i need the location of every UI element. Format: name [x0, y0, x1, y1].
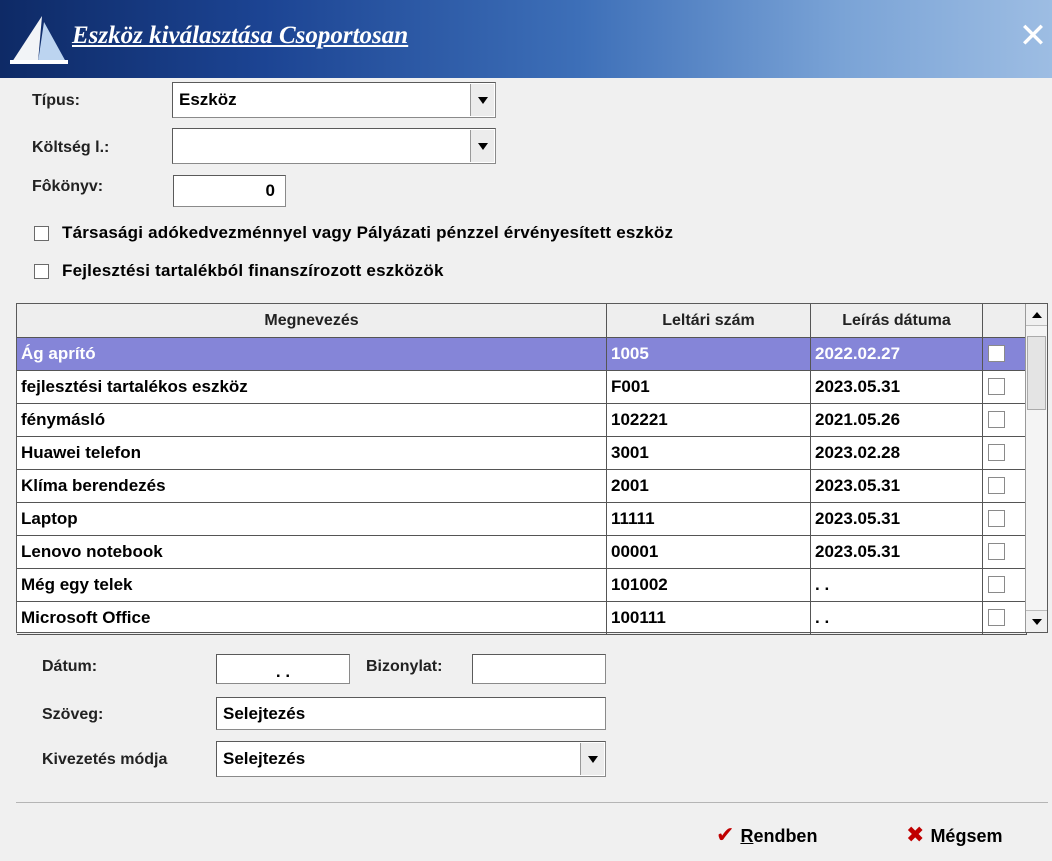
cell-writeoff-date: . . — [811, 602, 983, 635]
row-checkbox[interactable] — [988, 543, 1005, 560]
cell-name: Microsoft Office — [17, 602, 607, 635]
close-icon[interactable]: ✕ — [1016, 16, 1050, 56]
cell-name: fénymásló — [17, 404, 607, 437]
cell-name: fejlesztési tartalékos eszköz — [17, 371, 607, 404]
koltseg-label: Költség l.: — [32, 139, 110, 156]
table-row[interactable]: Még egy telek 101002. . — [17, 569, 1027, 602]
tipus-select[interactable]: Eszköz — [172, 82, 496, 118]
row-checkbox[interactable] — [988, 345, 1005, 362]
cell-writeoff-date: 2023.05.31 — [811, 503, 983, 536]
cell-name: Lenovo notebook — [17, 536, 607, 569]
cell-check — [983, 437, 1027, 470]
cell-writeoff-date: 2023.05.31 — [811, 371, 983, 404]
datum-input[interactable]: . . — [216, 654, 350, 684]
cell-inventory-number: 102221 — [607, 404, 811, 437]
cell-name: Klíma berendezés — [17, 470, 607, 503]
cell-inventory-number: F001 — [607, 371, 811, 404]
title-bar: Eszköz kiválasztása Csoportosan ✕ — [0, 0, 1052, 78]
column-header-writeoff-date[interactable]: Leírás dátuma — [811, 304, 983, 338]
cancel-button-label: Mégsem — [930, 826, 1003, 846]
cancel-x-icon: ✖ — [906, 822, 925, 847]
bizonylat-input[interactable] — [472, 654, 606, 684]
cell-name: Még egy telek — [17, 569, 607, 602]
column-header-inventory-number[interactable]: Leltári szám — [607, 304, 811, 338]
check-icon: ✔ — [716, 822, 735, 847]
window-title: Eszköz kiválasztása Csoportosan — [72, 22, 409, 49]
cell-inventory-number: 1005 — [607, 338, 811, 371]
cell-check — [983, 569, 1027, 602]
cancel-button[interactable]: ✖ Mégsem — [906, 822, 1002, 848]
kivezetes-value: Selejtezés — [223, 749, 306, 768]
cell-inventory-number: 100111 — [607, 602, 811, 635]
tarsasagi-checkbox-label: Társasági adókedvezménnyel vagy Pályázat… — [62, 223, 674, 242]
cell-inventory-number: 00001 — [607, 536, 811, 569]
scroll-up-icon[interactable] — [1026, 304, 1047, 326]
cell-check — [983, 338, 1027, 371]
tipus-value: Eszköz — [179, 90, 237, 109]
table-row[interactable]: Huawei telefon 3001 2023.02.28 — [17, 437, 1027, 470]
cell-name: Huawei telefon — [17, 437, 607, 470]
cell-check — [983, 371, 1027, 404]
datum-label: Dátum: — [42, 658, 98, 675]
fokonyv-label: Fôkönyv: — [32, 178, 104, 195]
ok-button-accelerator: R — [740, 826, 754, 846]
row-checkbox[interactable] — [988, 378, 1005, 395]
table-scrollbar[interactable] — [1025, 304, 1047, 632]
kivezetes-dropdown-button[interactable] — [580, 743, 604, 775]
table-row[interactable]: fejlesztési tartalékos eszköz F001 2023.05… — [17, 371, 1027, 404]
cell-check — [983, 503, 1027, 536]
cell-writeoff-date: 2023.05.31 — [811, 470, 983, 503]
cell-check — [983, 404, 1027, 437]
table-header: Megnevezés Leltári szám Leírás dátuma — [17, 304, 1027, 338]
table-row[interactable]: Lenovo notebook 00001 2023.05.31 — [17, 536, 1027, 569]
ok-button-label: endben — [753, 826, 818, 846]
table-row[interactable]: Ág aprító 1005 2022.02.27 — [17, 338, 1027, 371]
tipus-label: Típus: — [32, 92, 80, 109]
cell-inventory-number: 3001 — [607, 437, 811, 470]
cell-name: Ág aprító — [17, 338, 607, 371]
cell-check — [983, 470, 1027, 503]
table-row[interactable]: fénymásló 102221 2021.05.26 — [17, 404, 1027, 437]
row-checkbox[interactable] — [988, 411, 1005, 428]
koltseg-select[interactable] — [172, 128, 496, 164]
app-logo-icon — [10, 16, 68, 64]
koltseg-dropdown-button[interactable] — [470, 130, 494, 162]
kivezetes-label: Kivezetés módja — [42, 751, 168, 768]
tarsasagi-checkbox[interactable] — [34, 226, 49, 241]
column-header-name[interactable]: Megnevezés — [17, 304, 607, 338]
asset-table[interactable]: Megnevezés Leltári szám Leírás dátuma Ág… — [16, 303, 1048, 635]
cell-check — [983, 536, 1027, 569]
cell-writeoff-date: 2023.05.31 — [811, 536, 983, 569]
scroll-down-icon[interactable] — [1026, 610, 1047, 632]
szoveg-input[interactable]: Selejtezés — [216, 697, 606, 730]
cell-name: Laptop — [17, 503, 607, 536]
cell-writeoff-date: 2021.05.26 — [811, 404, 983, 437]
cell-writeoff-date: 2023.02.28 — [811, 437, 983, 470]
row-checkbox[interactable] — [988, 609, 1005, 626]
cell-inventory-number: 11111 — [607, 503, 811, 536]
cell-writeoff-date: . . — [811, 569, 983, 602]
row-checkbox[interactable] — [988, 477, 1005, 494]
fejlesztesi-checkbox[interactable] — [34, 264, 49, 279]
table-row[interactable]: Microsoft Office 100111. . — [17, 602, 1027, 635]
ok-button[interactable]: ✔ Rendben — [716, 822, 817, 848]
row-checkbox[interactable] — [988, 444, 1005, 461]
scroll-thumb[interactable] — [1027, 336, 1046, 410]
fokonyv-input[interactable]: 0 — [173, 175, 286, 207]
cell-writeoff-date: 2022.02.27 — [811, 338, 983, 371]
szoveg-label: Szöveg: — [42, 706, 104, 723]
table-row[interactable]: Klíma berendezés 2001 2023.05.31 — [17, 470, 1027, 503]
fejlesztesi-checkbox-label: Fejlesztési tartalékból finanszírozott e… — [62, 261, 444, 280]
bizonylat-label: Bizonylat: — [366, 658, 443, 675]
column-header-check[interactable] — [983, 304, 1027, 338]
row-checkbox[interactable] — [988, 576, 1005, 593]
tipus-dropdown-button[interactable] — [470, 84, 494, 116]
row-checkbox[interactable] — [988, 510, 1005, 527]
cell-inventory-number: 2001 — [607, 470, 811, 503]
cell-inventory-number: 101002 — [607, 569, 811, 602]
cell-check — [983, 602, 1027, 635]
kivezetes-select[interactable]: Selejtezés — [216, 741, 606, 777]
table-row[interactable]: Laptop 11111 2023.05.31 — [17, 503, 1027, 536]
